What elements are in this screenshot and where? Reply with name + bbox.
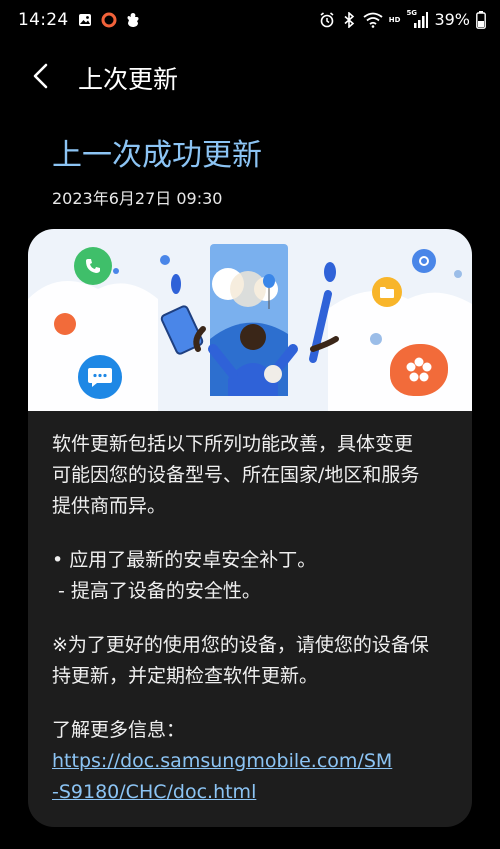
status-time: 14:24 xyxy=(18,10,69,30)
doc-link-line-1[interactable]: https://doc.samsungmobile.com/SM xyxy=(52,746,452,777)
battery-icon xyxy=(476,10,486,29)
chat-bubble-icon xyxy=(78,355,122,399)
phone-app-icon xyxy=(74,247,112,285)
app-header: 上次更新 xyxy=(0,52,500,100)
5g-label: 5G xyxy=(406,8,418,17)
status-bar: 14:24 HD 5G 39% xyxy=(0,0,500,44)
note-line-2: 持更新，并定期检查软件更新。 xyxy=(52,665,319,687)
update-details-card: 软件更新包括以下所列功能改善，具体变更 可能因您的设备型号、所在国家/地区和服务… xyxy=(28,229,472,827)
update-illustration xyxy=(28,229,472,411)
status-left: 14:24 xyxy=(18,10,141,30)
back-arrow-icon xyxy=(33,63,48,89)
alarm-icon xyxy=(319,11,335,28)
security-patch-bullet: • 应用了最新的安卓安全补丁。 xyxy=(52,549,317,571)
intro-line-2: 可能因您的设备型号、所在国家/地区和服务 xyxy=(52,464,420,486)
intro-line-1: 软件更新包括以下所列功能改善，具体变更 xyxy=(52,433,414,455)
page-title: 上次更新 xyxy=(78,65,179,94)
battery-text: 39% xyxy=(434,10,470,29)
settings-icon xyxy=(412,249,436,273)
ring-icon xyxy=(101,12,117,28)
hand-icon xyxy=(125,12,141,28)
back-button[interactable] xyxy=(22,58,58,94)
intro-line-3: 提供商而异。 xyxy=(52,495,167,517)
small-orange-icon xyxy=(54,313,76,335)
update-headline: 上一次成功更新 xyxy=(52,138,262,173)
hd-label: HD xyxy=(388,15,401,24)
bluetooth-icon xyxy=(341,11,357,28)
more-info-label: 了解更多信息： xyxy=(52,719,186,741)
security-sub-bullet: - 提高了设备的安全性。 xyxy=(52,580,261,602)
status-right: HD 5G 39% xyxy=(319,8,486,29)
folder-icon xyxy=(372,277,402,307)
note-line-1: ※为了更好的使用您的设备，请使您的设备保 xyxy=(52,634,429,656)
update-description: 软件更新包括以下所列功能改善，具体变更 可能因您的设备型号、所在国家/地区和服务… xyxy=(52,429,452,808)
update-date: 2023年6月27日 09:30 xyxy=(52,189,223,208)
wifi-icon xyxy=(363,12,383,28)
signal-icon: 5G xyxy=(406,8,429,28)
doc-link-line-2[interactable]: -S9180/CHC/doc.html xyxy=(52,777,452,808)
flower-icon xyxy=(390,344,448,396)
image-icon xyxy=(77,12,93,28)
